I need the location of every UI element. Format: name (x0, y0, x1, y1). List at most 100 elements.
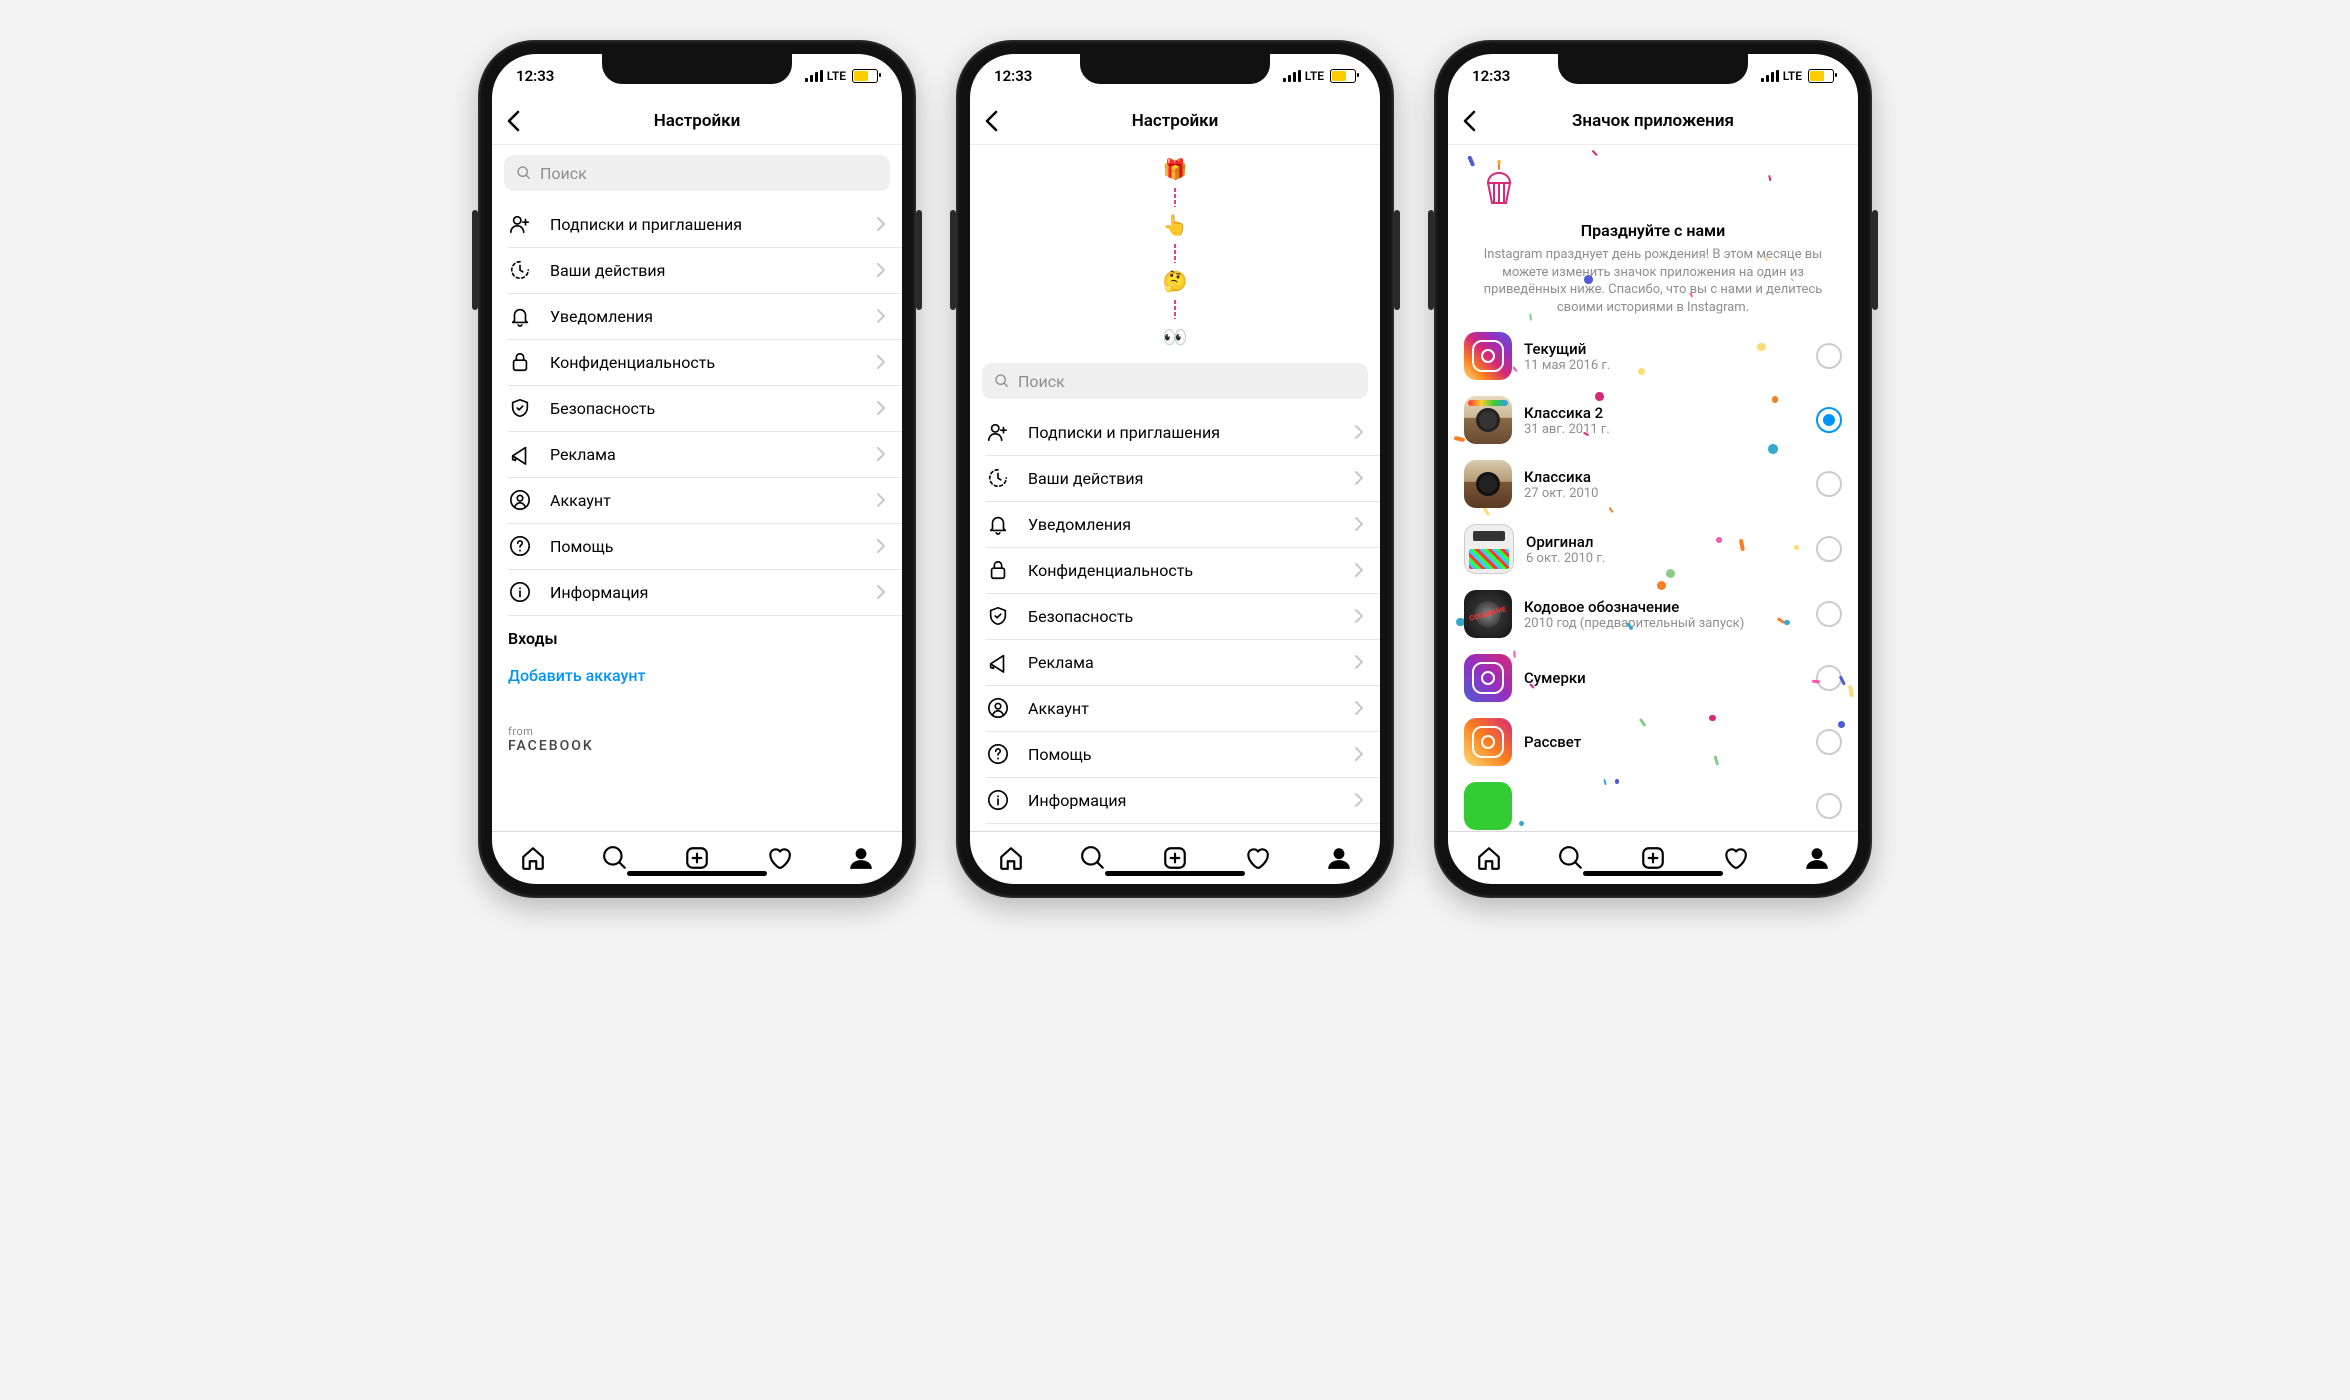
radio-button[interactable] (1816, 729, 1842, 755)
tab-profile[interactable] (1804, 845, 1830, 871)
signal-icon (805, 70, 823, 82)
settings-row-label: Уведомления (1028, 515, 1354, 534)
settings-row-activity[interactable]: Ваши действия (492, 247, 902, 293)
tab-search[interactable] (602, 845, 628, 871)
tab-home[interactable] (520, 845, 546, 871)
chevron-right-icon (1354, 562, 1364, 578)
settings-row-account[interactable]: Аккаунт (492, 477, 902, 523)
phone-frame: 12:33 LTE Настройки 🎁 👆 (956, 40, 1394, 898)
settings-row-bell[interactable]: Уведомления (970, 501, 1380, 547)
settings-row-ads[interactable]: Реклама (492, 431, 902, 477)
tab-home[interactable] (1476, 845, 1502, 871)
settings-row-label: Аккаунт (550, 491, 876, 510)
chevron-right-icon (1354, 470, 1364, 486)
chevron-right-icon (876, 492, 886, 508)
home-indicator[interactable] (627, 871, 767, 876)
tab-activity[interactable] (766, 845, 792, 871)
add-account-link[interactable]: Добавить аккаунт (492, 656, 902, 695)
settings-row-help[interactable]: Помощь (970, 731, 1380, 777)
info-icon (986, 789, 1010, 811)
tab-profile[interactable] (848, 845, 874, 871)
settings-row-info[interactable]: Информация (492, 569, 902, 615)
chevron-right-icon (1354, 792, 1364, 808)
settings-row-shield[interactable]: Безопасность (492, 385, 902, 431)
settings-row-label: Безопасность (1028, 607, 1354, 626)
settings-row-label: Информация (550, 583, 876, 602)
shield-icon (986, 605, 1010, 627)
chevron-right-icon (876, 308, 886, 324)
settings-row-shield[interactable]: Безопасность (970, 593, 1380, 639)
app-icon-option[interactable]: Оригинал6 окт. 2010 г. (1448, 516, 1858, 582)
tab-home[interactable] (998, 845, 1024, 871)
radio-button[interactable] (1816, 536, 1842, 562)
nav-header: Настройки (970, 98, 1380, 145)
back-button[interactable] (984, 110, 998, 132)
search-icon (994, 373, 1010, 389)
tab-activity[interactable] (1244, 845, 1270, 871)
chevron-right-icon (1354, 700, 1364, 716)
settings-row-account[interactable]: Аккаунт (970, 685, 1380, 731)
cupcake-icon (1472, 159, 1526, 213)
settings-row-label: Конфиденциальность (550, 353, 876, 372)
tab-activity[interactable] (1722, 845, 1748, 871)
radio-button[interactable] (1816, 665, 1842, 691)
app-icon-option[interactable]: CODENAMEКодовое обозначение2010 год (пре… (1448, 582, 1858, 646)
tab-profile[interactable] (1326, 845, 1352, 871)
radio-button[interactable] (1816, 407, 1842, 433)
chevron-right-icon (876, 354, 886, 370)
settings-row-label: Помощь (550, 537, 876, 556)
app-icon-option[interactable]: Сумерки (1448, 646, 1858, 710)
settings-row-label: Уведомления (550, 307, 876, 326)
tab-bar (1448, 831, 1858, 884)
ads-icon (986, 651, 1010, 673)
settings-row-help[interactable]: Помощь (492, 523, 902, 569)
emoji-eyes-icon: 👀 (1163, 325, 1188, 349)
app-icon-option[interactable]: Классика27 окт. 2010 (1448, 452, 1858, 516)
logins-header: Входы (492, 615, 902, 656)
hero: Празднуйте с нами Instagram празднует де… (1448, 145, 1858, 324)
lock-icon (508, 351, 532, 373)
search-input[interactable]: Поиск (982, 363, 1368, 399)
settings-row-follow[interactable]: Подписки и приглашения (970, 409, 1380, 455)
back-button[interactable] (506, 110, 520, 132)
settings-row-ads[interactable]: Реклама (970, 639, 1380, 685)
app-icon-option[interactable] (1448, 774, 1858, 831)
tab-search[interactable] (1080, 845, 1106, 871)
tab-bar (492, 831, 902, 884)
tab-new-post[interactable] (1162, 845, 1188, 871)
settings-row-follow[interactable]: Подписки и приглашения (492, 201, 902, 247)
search-placeholder: Поиск (1018, 372, 1065, 391)
app-icon-option[interactable]: Текущий11 мая 2016 г. (1448, 324, 1858, 388)
settings-row-lock[interactable]: Конфиденциальность (492, 339, 902, 385)
settings-row-info[interactable]: Информация (970, 777, 1380, 823)
home-indicator[interactable] (1105, 871, 1245, 876)
radio-button[interactable] (1816, 601, 1842, 627)
tab-new-post[interactable] (1640, 845, 1666, 871)
settings-row-bell[interactable]: Уведомления (492, 293, 902, 339)
option-sub: 11 мая 2016 г. (1524, 358, 1804, 373)
settings-row-label: Безопасность (550, 399, 876, 418)
back-button[interactable] (1462, 110, 1476, 132)
status-time: 12:33 (1472, 67, 1510, 85)
network-label: LTE (1305, 69, 1324, 83)
tab-new-post[interactable] (684, 845, 710, 871)
option-sub: 27 окт. 2010 (1524, 486, 1804, 501)
radio-button[interactable] (1816, 343, 1842, 369)
tab-search[interactable] (1558, 845, 1584, 871)
settings-row-lock[interactable]: Конфиденциальность (970, 547, 1380, 593)
home-indicator[interactable] (1583, 871, 1723, 876)
search-input[interactable]: Поиск (504, 155, 890, 191)
app-icon-option[interactable]: Классика 231 авг. 2011 г. (1448, 388, 1858, 452)
phone-frame: 12:33 LTE Значок приложения (1434, 40, 1872, 898)
settings-row-label: Реклама (1028, 653, 1354, 672)
radio-button[interactable] (1816, 471, 1842, 497)
chevron-right-icon (1354, 654, 1364, 670)
radio-button[interactable] (1816, 793, 1842, 819)
page-title: Настройки (1132, 111, 1219, 131)
easter-egg-strip[interactable]: 🎁 👆 🤔 👀 (970, 145, 1380, 353)
signal-icon (1283, 70, 1301, 82)
chevron-right-icon (876, 446, 886, 462)
settings-row-activity[interactable]: Ваши действия (970, 455, 1380, 501)
nav-header: Значок приложения (1448, 98, 1858, 145)
app-icon-option[interactable]: Рассвет (1448, 710, 1858, 774)
